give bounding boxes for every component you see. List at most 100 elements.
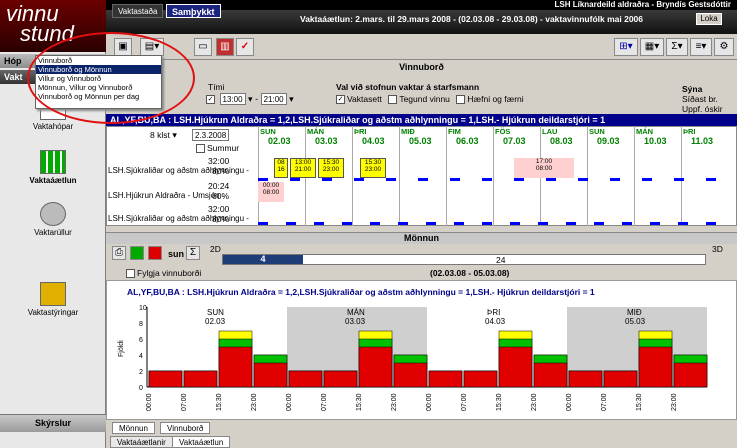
red-toggle-icon[interactable] [148,246,162,260]
zoom-slider[interactable]: 4 [222,254,706,265]
zoom-slider-fill[interactable]: 4 [223,255,303,264]
tab-vaktastada[interactable]: Vaktastaða [112,4,164,18]
day-date: 08.03 [550,136,573,146]
day-name: SUN [589,127,605,136]
staff-unit: LSH.Hjúkrun Aldraðra - Umsjón [108,191,220,200]
day-date: 04.03 [362,136,385,146]
staff-row-2[interactable]: 32:00 LSH.Sjúkraliðar og aðstm aðhlynnin… [108,204,258,224]
x-tick-label: 00:00 [566,393,573,411]
show-opt-2[interactable]: Uppf. óskir [682,104,723,114]
shift-cell[interactable]: 17:00 08:00 [514,158,574,178]
time-from-input[interactable]: 13:00 [219,93,246,105]
chart-day-label: MIÐ [627,308,642,317]
sidebar-footer-reports[interactable]: Skýrslur [0,414,106,432]
chart-bar [568,370,603,388]
y-tick-label: 4 [139,353,143,360]
shift-cell[interactable]: 08 16 [274,158,288,178]
chart-bar [673,362,708,388]
x-tick-label: 23:00 [251,393,258,411]
haefni-checkbox[interactable] [456,95,466,105]
time-to-input[interactable]: 21:00 [260,93,287,105]
chart-bar [393,362,428,388]
monnun-title: Mönnun [106,232,737,244]
show-opt-1[interactable]: Síðast br. [682,94,718,104]
tab-vinnubord[interactable]: Vinnuborð [160,422,211,434]
print-icon[interactable]: ⎙ [112,246,126,260]
x-tick-label: 07:00 [181,393,188,411]
staff-row-1[interactable]: 20:24 LSH.Hjúkrun Aldraðra - Umsjón 60% [108,181,258,201]
y-tick-label: 10 [139,305,147,312]
show-opt-1-label: Síðast br. [682,94,718,104]
group-banner: AL,YF,BU,BA : LSH.Hjúkrun Aldraðra = 1,2… [106,114,737,126]
staff-options: ✓ Vaktasett Tegund vinnu Hæfni og færni [336,94,524,105]
chart-container: AL,YF,BU,BA : LSH.Hjúkrun Aldraðra = 1,2… [106,280,737,420]
list-icon[interactable]: ≡▾ [690,38,712,56]
day-date: 06.03 [456,136,479,146]
staff-row-0[interactable]: 32:00 LSH.Sjúkraliðar og aðstm aðhlynnin… [108,156,258,176]
sidebar-item-label: Vaktarúllur [34,228,72,237]
time-checkbox[interactable]: ✓ [206,95,215,105]
summary-label: Summur [207,143,240,153]
window-icon[interactable]: ▭ [194,38,212,56]
staff-pct: 60% [212,191,230,201]
staff-hours: 32:00 [208,156,230,166]
chart-bar [603,370,638,388]
x-tick-label: 00:00 [286,393,293,411]
sidebar-item-vaktaaaetlun[interactable]: Vaktaáætlun [0,150,106,185]
sum-toggle-icon[interactable]: Σ [186,246,200,260]
view-3d-label: 3D [712,244,723,254]
chart-date-label: 03.03 [345,317,366,326]
sidebar-section-active-label: Vakt [4,72,23,82]
export-icon[interactable]: ⊞▾ [614,38,638,56]
chart-bar [288,370,323,388]
x-tick-label: 00:00 [426,393,433,411]
shift-cell[interactable]: 15:30 23:00 [360,158,386,178]
chart-bar [358,346,393,388]
chart-icon[interactable]: ▥ [216,38,234,56]
day-name: FIM [448,127,461,136]
tab-vaktaaaetlun[interactable]: Vaktaáætlun [172,436,231,448]
chart-bar [638,346,673,388]
chart-bar [533,362,568,388]
shift-cell[interactable]: 15:30 23:00 [318,158,344,178]
day-name: SUN [260,127,276,136]
staff-group-label: Val við stofnun vaktar á starfsmann [336,82,480,92]
sum-icon[interactable]: Σ▾ [666,38,688,56]
grid-icon[interactable]: ▦▾ [640,38,664,56]
x-tick-label: 15:30 [496,393,503,411]
day-name: MÁN [636,127,654,136]
chart-bar [148,370,183,388]
y-tick-label: 0 [139,385,143,392]
day-date: 10.03 [644,136,667,146]
y-tick-label: 6 [139,337,143,344]
week-select[interactable]: 8 klst ▾ [150,130,177,141]
sidebar-item-vaktastyringar[interactable]: Vaktastýringar [0,282,106,317]
sidebar-item-vaktarullur[interactable]: Vaktarúllur [0,202,106,237]
summary-toggle[interactable]: Summur [196,143,240,154]
date-input[interactable]: 2.3.2008 [192,129,230,141]
staff-unit: LSH.Sjúkraliðar og aðstm aðhlynningu - [108,166,249,175]
green-toggle-icon[interactable] [130,246,144,260]
shift-cell[interactable]: 00:00 08:00 [258,182,284,202]
reports-label: Skýrslur [34,418,72,428]
vinnubord-title: Vinnuborð [399,62,444,72]
staff-unit: LSH.Sjúkraliðar og aðstm aðhlynningu - [108,214,249,223]
tab-monnun[interactable]: Mönnun [112,422,155,434]
day-date: 03.03 [315,136,338,146]
settings-icon[interactable]: ⚙ [714,38,734,56]
follow-toggle[interactable]: Fylgja vinnuborði [126,268,201,279]
sun-label: sun [168,249,185,259]
summary-checkbox[interactable] [196,144,205,154]
chart-bar [428,370,463,388]
tab-vaktaaaetlanir[interactable]: Vaktaáætlanir [110,436,173,448]
shift-cell[interactable]: 13:00 21:00 [290,158,316,178]
tegund-checkbox[interactable] [388,95,398,105]
checkmark-icon[interactable]: ✓ [236,38,254,56]
close-button[interactable]: Loka [696,13,722,25]
vaktasett-checkbox[interactable]: ✓ [336,95,345,105]
tab-samthykkt[interactable]: Samþykkt [166,4,221,18]
tools-icon [40,282,66,306]
chart-date-label: 02.03 [205,317,226,326]
day-date: 11.03 [691,136,714,146]
follow-checkbox[interactable] [126,269,135,279]
